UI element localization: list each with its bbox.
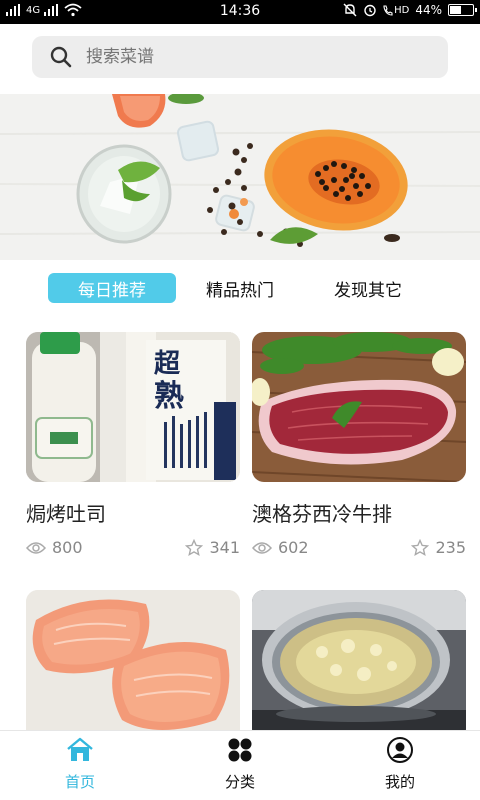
view-count-value: 602	[278, 538, 309, 557]
star-count-value: 235	[435, 538, 466, 557]
tab-daily-recommend[interactable]: 每日推荐	[48, 273, 176, 303]
recipe-card[interactable]: 超 熟 焗烤吐司 800 341	[26, 332, 240, 562]
recipe-image: 超 熟	[26, 332, 240, 482]
svg-text:熟: 熟	[154, 379, 184, 414]
status-icons: HD 44%	[343, 3, 477, 17]
volte-icon: HD	[383, 5, 409, 16]
eye-icon	[26, 541, 46, 554]
recipe-card[interactable]: 澳格芬西冷牛排 602 235	[252, 332, 466, 562]
recipe-title: 澳格芬西冷牛排	[252, 502, 392, 526]
recipe-card[interactable]	[252, 590, 466, 730]
profile-icon	[387, 737, 413, 763]
svg-text:超: 超	[154, 349, 181, 379]
banner-illustration	[0, 94, 480, 260]
nav-category-label: 分类	[224, 773, 255, 791]
nav-home[interactable]: 首页	[40, 737, 120, 792]
battery-icon	[448, 4, 477, 16]
recipe-grid: 超 熟 焗烤吐司 800 341 澳格芬西冷牛排 602 235	[0, 316, 480, 730]
recipe-card[interactable]	[26, 590, 240, 730]
star-count: 341	[185, 538, 240, 557]
nav-profile[interactable]: 我的	[360, 737, 440, 792]
volte-label: HD	[394, 4, 410, 16]
phone-icon	[383, 4, 393, 16]
view-count: 602	[252, 538, 309, 557]
star-count: 235	[411, 538, 466, 557]
nav-category[interactable]: 分类	[200, 737, 280, 792]
recipe-meta: 602 235	[252, 538, 466, 562]
recipe-title: 焗烤吐司	[26, 502, 106, 526]
view-count-value: 800	[52, 538, 83, 557]
recipe-image	[26, 590, 240, 730]
search-box[interactable]	[32, 36, 448, 78]
bell-off-icon	[343, 3, 357, 17]
category-tabs: 每日推荐 精品热门 发现其它	[0, 260, 480, 316]
nav-profile-label: 我的	[384, 773, 415, 791]
status-bar: 4G 14:36 HD 44%	[0, 0, 480, 24]
alarm-icon	[364, 4, 376, 17]
search-bar	[0, 24, 480, 94]
battery-percent: 44%	[415, 3, 442, 17]
star-count-value: 341	[209, 538, 240, 557]
search-icon	[50, 46, 72, 68]
recipe-image	[252, 332, 466, 482]
banner-image[interactable]	[0, 94, 480, 260]
bottom-navigation: 首页 分类 我的	[0, 730, 480, 800]
search-input[interactable]	[86, 47, 386, 67]
recipe-image	[252, 590, 466, 730]
star-icon	[411, 538, 430, 556]
tab-popular[interactable]: 精品热门	[180, 273, 300, 303]
star-icon	[185, 538, 204, 556]
recipe-meta: 800 341	[26, 538, 240, 562]
category-icon	[228, 738, 252, 762]
home-icon	[67, 737, 93, 761]
tab-discover[interactable]: 发现其它	[308, 273, 428, 303]
nav-home-label: 首页	[64, 773, 95, 791]
eye-icon	[252, 541, 272, 554]
view-count: 800	[26, 538, 83, 557]
